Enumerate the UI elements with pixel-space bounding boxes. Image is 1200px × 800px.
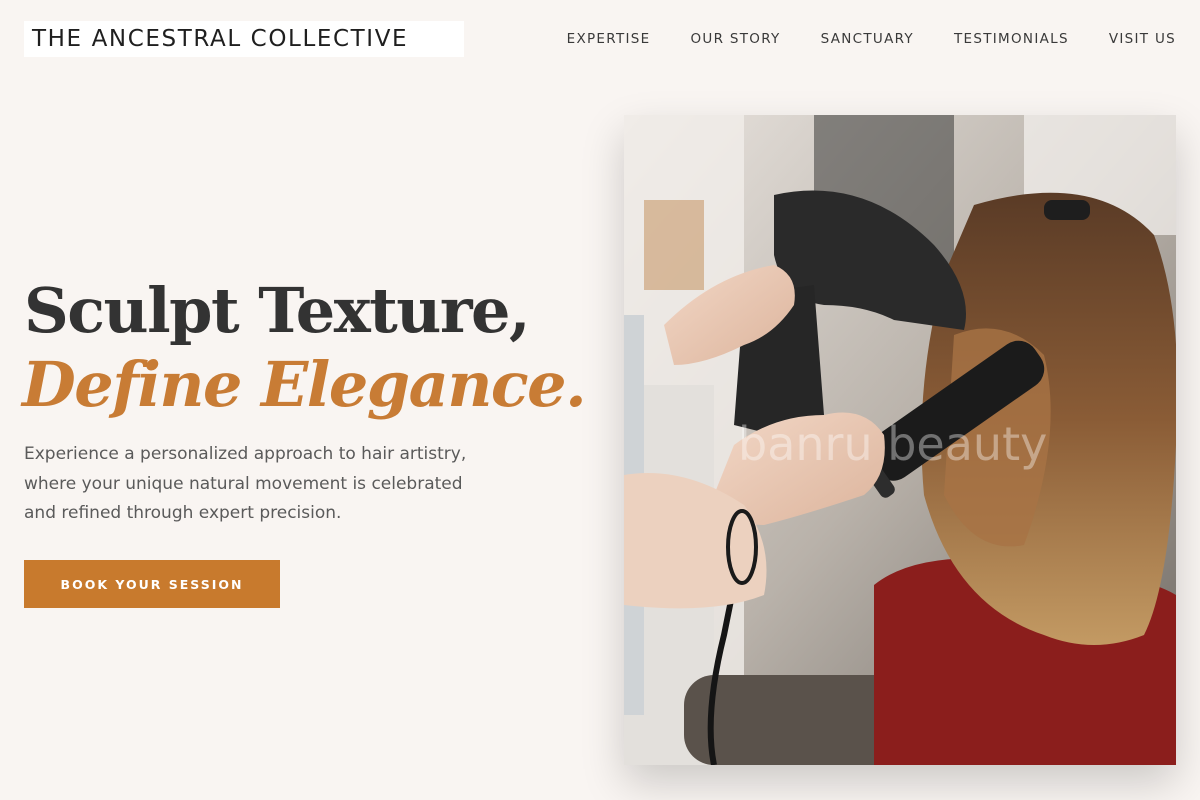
hero-headline-line1: Sculpt Texture, bbox=[24, 274, 531, 347]
site-logo[interactable]: THE ANCESTRAL COLLECTIVE bbox=[24, 21, 464, 57]
hero-headline: Sculpt Texture, Define Elegance. bbox=[22, 270, 587, 421]
hero-headline-line2: Define Elegance. bbox=[22, 348, 587, 421]
hero-description: Experience a personalized approach to ha… bbox=[24, 444, 467, 523]
image-watermark: banru beauty bbox=[738, 417, 1048, 471]
main-nav: EXPERTISE OUR STORY SANCTUARY TESTIMONIA… bbox=[567, 31, 1176, 47]
book-session-button[interactable]: BOOK YOUR SESSION bbox=[24, 560, 280, 608]
nav-link-testimonials[interactable]: TESTIMONIALS bbox=[954, 31, 1069, 47]
nav-link-expertise[interactable]: EXPERTISE bbox=[567, 31, 651, 47]
site-header: THE ANCESTRAL COLLECTIVE EXPERTISE OUR S… bbox=[0, 0, 1200, 80]
nav-link-sanctuary[interactable]: SANCTUARY bbox=[821, 31, 914, 47]
hero-image: banru beauty bbox=[624, 115, 1176, 765]
nav-link-visit-us[interactable]: VISIT US bbox=[1109, 31, 1176, 47]
nav-link-our-story[interactable]: OUR STORY bbox=[690, 31, 780, 47]
